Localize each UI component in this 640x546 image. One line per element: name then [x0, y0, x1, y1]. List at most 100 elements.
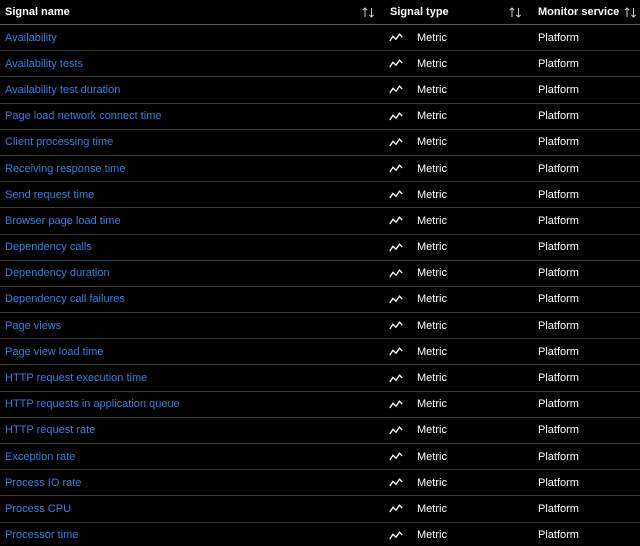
signal-name-link[interactable]: Receiving response time: [5, 163, 125, 175]
signal-type-cell: Metric: [385, 136, 532, 148]
monitor-service-label: Platform: [538, 450, 579, 463]
signal-name-cell: Page views: [0, 320, 385, 332]
signal-name-link[interactable]: Client processing time: [5, 136, 113, 148]
monitor-service-label: Platform: [538, 345, 579, 358]
signal-name-link[interactable]: HTTP request execution time: [5, 372, 147, 384]
table-row[interactable]: Processor time Metric Platform: [0, 523, 640, 546]
monitor-service-cell: Platform: [532, 293, 640, 305]
table-row[interactable]: Receiving response time Metric Platform: [0, 156, 640, 183]
signal-type-label: Metric: [417, 398, 447, 411]
signal-name-link[interactable]: HTTP request rate: [5, 424, 95, 436]
monitor-service-cell: Platform: [532, 32, 640, 44]
table-row[interactable]: Process CPU Metric Platform: [0, 496, 640, 523]
signal-name-link[interactable]: Availability: [5, 32, 57, 44]
table-row[interactable]: Process IO rate Metric Platform: [0, 470, 640, 497]
table-row[interactable]: HTTP requests in application queue Metri…: [0, 392, 640, 418]
signal-type-header-label: Signal type: [390, 6, 449, 18]
signal-type-label: Metric: [417, 31, 447, 44]
metric-line-icon: [389, 242, 403, 252]
monitor-service-header-label: Monitor service: [538, 6, 620, 18]
signal-name-link[interactable]: Page view load time: [5, 346, 103, 358]
signal-type-label: Metric: [417, 345, 447, 358]
signal-type-cell: Metric: [385, 503, 532, 515]
signal-name-link[interactable]: Exception rate: [5, 451, 75, 463]
table-row[interactable]: Browser page load time Metric Platform: [0, 208, 640, 235]
table-row[interactable]: Page views Metric Platform: [0, 313, 640, 340]
signal-type-cell: Metric: [385, 477, 532, 489]
signal-name-link[interactable]: Page load network connect time: [5, 110, 162, 122]
sort-arrows-icon[interactable]: [624, 6, 637, 18]
monitor-service-label: Platform: [538, 214, 579, 227]
table-row[interactable]: Availability test duration Metric Platfo…: [0, 77, 640, 104]
signal-name-link[interactable]: Availability tests: [5, 58, 83, 70]
signal-type-label: Metric: [417, 188, 447, 201]
monitor-service-label: Platform: [538, 31, 579, 44]
signal-name-cell: Availability: [0, 32, 385, 44]
table-row[interactable]: Dependency call failures Metric Platform: [0, 287, 640, 314]
monitor-service-cell: Platform: [532, 451, 640, 463]
signal-name-link[interactable]: Processor time: [5, 529, 78, 541]
table-row[interactable]: Page view load time Metric Platform: [0, 339, 640, 366]
metric-line-icon: [389, 426, 403, 435]
signal-name-link[interactable]: Page views: [5, 320, 61, 332]
signal-name-link[interactable]: HTTP requests in application queue: [5, 398, 180, 410]
signal-name-link[interactable]: Dependency calls: [5, 241, 92, 253]
table-row[interactable]: HTTP request rate Metric Platform: [0, 418, 640, 444]
signal-name-link[interactable]: Process IO rate: [5, 477, 81, 489]
signal-name-link[interactable]: Send request time: [5, 189, 94, 201]
monitor-service-cell: Platform: [532, 215, 640, 227]
monitor-service-header-wrap: Monitor service: [538, 6, 637, 18]
signal-name-cell: Client processing time: [0, 136, 385, 148]
signal-name-cell: Dependency call failures: [0, 293, 385, 305]
metric-line-icon: [389, 504, 403, 513]
signal-type-cell: Metric: [385, 346, 532, 358]
monitor-service-header[interactable]: Monitor service: [532, 6, 640, 18]
signal-name-header[interactable]: Signal name: [0, 6, 385, 18]
signal-type-label: Metric: [417, 136, 447, 149]
monitor-service-cell: Platform: [532, 136, 640, 148]
signal-type-label: Metric: [417, 241, 447, 254]
signal-type-cell: Metric: [385, 424, 532, 436]
signal-type-cell: Metric: [385, 110, 532, 122]
table-row[interactable]: Dependency duration Metric Platform: [0, 261, 640, 287]
monitor-service-label: Platform: [538, 162, 579, 175]
table-row[interactable]: Page load network connect time Metric Pl…: [0, 104, 640, 130]
signal-type-label: Metric: [417, 110, 447, 123]
signal-name-link[interactable]: Availability test duration: [5, 84, 120, 96]
monitor-service-label: Platform: [538, 319, 579, 332]
signal-type-cell: Metric: [385, 84, 532, 96]
signal-name-cell: Browser page load time: [0, 215, 385, 227]
signals-grid: Signal name Signal type Monitor service …: [0, 0, 640, 546]
table-row[interactable]: Availability Metric Platform: [0, 25, 640, 52]
monitor-service-cell: Platform: [532, 346, 640, 358]
signal-name-cell: Dependency duration: [0, 267, 385, 279]
monitor-service-label: Platform: [538, 293, 579, 306]
sort-arrows-icon[interactable]: [509, 6, 522, 18]
monitor-service-label: Platform: [538, 110, 579, 123]
grid-body: Availability Metric Platform Availabilit…: [0, 25, 640, 546]
signal-type-cell: Metric: [385, 241, 532, 253]
metric-line-icon: [389, 347, 403, 356]
metric-line-icon: [389, 373, 403, 383]
signal-type-label: Metric: [417, 214, 447, 227]
signal-type-label: Metric: [417, 319, 447, 332]
metric-line-icon: [389, 295, 403, 304]
sort-arrows-icon[interactable]: [362, 6, 375, 18]
signal-name-link[interactable]: Browser page load time: [5, 215, 121, 227]
signal-name-link[interactable]: Process CPU: [5, 503, 71, 515]
table-row[interactable]: Client processing time Metric Platform: [0, 130, 640, 156]
table-row[interactable]: HTTP request execution time Metric Platf…: [0, 365, 640, 392]
monitor-service-label: Platform: [538, 424, 579, 437]
table-row[interactable]: Exception rate Metric Platform: [0, 444, 640, 471]
monitor-service-cell: Platform: [532, 84, 640, 96]
table-row[interactable]: Dependency calls Metric Platform: [0, 235, 640, 261]
signal-name-link[interactable]: Dependency call failures: [5, 293, 125, 305]
table-row[interactable]: Send request time Metric Platform: [0, 182, 640, 209]
signal-name-link[interactable]: Dependency duration: [5, 267, 110, 279]
table-row[interactable]: Availability tests Metric Platform: [0, 51, 640, 78]
monitor-service-label: Platform: [538, 529, 579, 542]
signal-type-header[interactable]: Signal type: [385, 6, 532, 18]
signal-type-label: Metric: [417, 293, 447, 306]
signal-type-cell: Metric: [385, 451, 532, 463]
monitor-service-cell: Platform: [532, 477, 640, 489]
